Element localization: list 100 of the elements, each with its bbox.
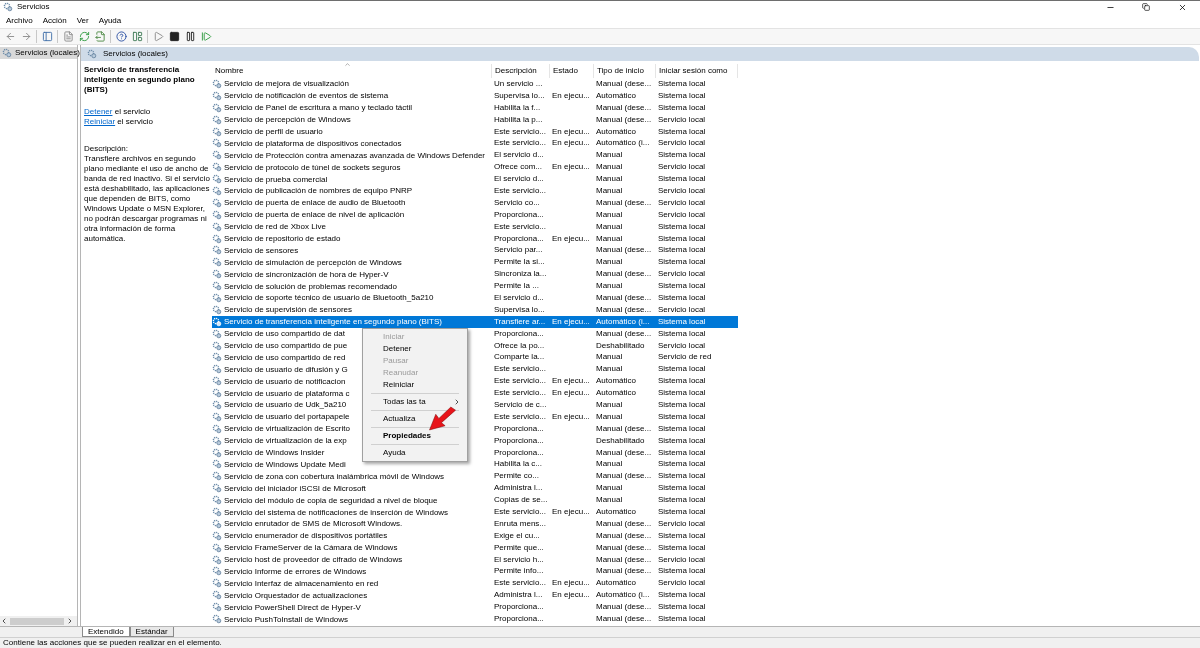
menu-option[interactable]: Ayuda [363, 446, 467, 459]
service-name[interactable]: Servicio de publicación de nombres de equipo PNRP [224, 185, 413, 197]
table-cell: Manual [596, 221, 623, 231]
service-name[interactable]: Servicio de usuario de plataforma c [224, 387, 350, 399]
table-cell: Administra l... [494, 590, 543, 600]
service-name[interactable]: Servicio del iniciador iSCSI de Microsoft [224, 482, 366, 494]
service-name[interactable]: Servicio Orquestador de actualizaciones [224, 589, 368, 601]
service-name[interactable]: Servicio de transferencia inteligente en segundo plano (BITS) [224, 316, 442, 328]
action-link[interactable]: Detener [84, 107, 113, 116]
table-cell: Automático [596, 126, 637, 136]
menu-item[interactable]: Archivo [6, 14, 33, 27]
service-name[interactable]: Servicio de usuario de difusión y G [224, 363, 348, 375]
table-cell: Permite que... [494, 542, 544, 552]
service-name[interactable]: Servicio de uso compartido de dat [224, 328, 345, 340]
menu-option[interactable]: Propiedades [363, 429, 467, 442]
service-name[interactable]: Servicio de sincronización de hora de Hyper-V [224, 268, 389, 280]
service-name[interactable]: Servicio de sensores [224, 244, 299, 256]
service-name[interactable]: Servicio de supervisión de sensores [224, 304, 353, 316]
table-cell: Manual (dese... [596, 614, 652, 624]
gear-icon [212, 518, 222, 529]
service-name[interactable]: Servicio de Panel de escritura a mano y teclado táctil [224, 102, 413, 114]
help-button[interactable] [113, 28, 129, 45]
service-name[interactable]: Servicio Informe de errores de Windows [224, 565, 367, 577]
service-name[interactable]: Servicio de puerta de enlace de audio de Bluetooth [224, 197, 406, 209]
menu-item[interactable]: Acción [42, 14, 67, 27]
service-name[interactable]: Servicio de notificación de eventos de sistema [224, 90, 389, 102]
column-header[interactable]: Descripción [492, 64, 550, 78]
service-name[interactable]: Servicio de virtualización de Escrito [224, 423, 350, 435]
service-name[interactable]: Servicio de red de Xbox Live [224, 221, 326, 233]
column-header[interactable]: Nombre [212, 64, 492, 78]
menu-option[interactable]: Todas las ta [363, 395, 467, 408]
service-name[interactable]: Servicio de percepción de Windows [224, 114, 351, 126]
service-name[interactable]: Servicio de repositorio de estado [224, 233, 341, 244]
service-name[interactable]: Servicio de soporte técnico de usuario de Bluetooth_5a210 [224, 292, 434, 304]
service-name[interactable]: Servicio de uso compartido de red [224, 351, 346, 363]
table-cell: En ejecu... [552, 590, 590, 600]
service-name[interactable]: Servicio de usuario del portapapele [224, 411, 350, 423]
gear-icon [212, 435, 222, 446]
menu-item[interactable]: Ayuda [98, 14, 122, 27]
service-name[interactable]: Servicio de Windows Insider [224, 447, 325, 459]
table-cell: Este servicio... [494, 411, 546, 421]
menu-item[interactable]: Ver [76, 14, 89, 27]
gear-icon [212, 483, 222, 494]
service-name[interactable]: Servicio de plataforma de dispositivos conectados [224, 137, 402, 149]
column-header[interactable]: Tipo de inicio [594, 64, 656, 78]
gear-icon [212, 316, 222, 327]
menu-option[interactable]: Detener [363, 342, 467, 355]
service-name[interactable]: Servicio de Windows Update Medi [224, 458, 346, 470]
service-name[interactable]: Servicio enrutador de SMS de Microsoft Windows. [224, 518, 403, 530]
table-cell: Permite la si... [494, 257, 545, 267]
menu-option[interactable]: Reiniciar [363, 378, 467, 391]
gear-icon [212, 90, 222, 101]
table-cell: En ejecu... [552, 316, 590, 326]
service-name[interactable]: Servicio del sistema de notificaciones de inserción de Windows [224, 506, 449, 518]
table-cell: Servicio local [658, 518, 706, 528]
service-name[interactable]: Servicio enumerador de dispositivos portátiles [224, 530, 388, 542]
menu-option[interactable]: Actualiza [363, 412, 467, 425]
service-name[interactable]: Servicio de mejora de visualización [224, 78, 349, 90]
service-name[interactable]: Servicio de usuario de Udk_5a210 [224, 399, 347, 411]
service-name[interactable]: Servicio de prueba comercial [224, 173, 328, 185]
table-cell: Manual [596, 411, 623, 421]
export-button[interactable] [92, 28, 108, 45]
service-name[interactable]: Servicio de protocolo de túnel de sockets seguros [224, 161, 401, 173]
service-name[interactable]: Servicio de Protección contra amenazas avanzada de Windows Defender [224, 149, 486, 161]
service-name[interactable]: Servicio de simulación de percepción de Windows [224, 256, 402, 268]
service-name[interactable]: Servicio de solución de problemas recomendado [224, 280, 397, 292]
service-name[interactable]: Servicio del módulo de copia de seguridad a nivel de bloque [224, 494, 438, 506]
column-header[interactable]: Iniciar sesión como [656, 64, 738, 78]
table-cell: Manual (dese... [596, 102, 652, 112]
service-name[interactable]: Servicio de uso compartido de pue [224, 340, 348, 352]
table-cell: Servicio local [658, 269, 706, 279]
table-cell: Manual (dese... [596, 293, 652, 302]
status-text: Contiene las acciones que se pueden realizar en el elemento. [3, 637, 222, 648]
action-link[interactable]: Reiniciar [84, 117, 116, 126]
table-cell: Un servicio ... [494, 78, 543, 88]
table-cell: Manual [596, 150, 623, 160]
horizontal-scrollbar[interactable] [0, 616, 77, 626]
service-name[interactable]: Servicio FrameServer de la Cámara de Windows [224, 542, 398, 554]
refresh-icon [78, 31, 90, 42]
table-cell: Sistema local [658, 102, 706, 112]
service-name[interactable]: Servicio de usuario de notificacion [224, 375, 346, 387]
column-header[interactable]: Estado [550, 64, 594, 78]
service-name[interactable]: Servicio de zona con cobertura inalámbrica móvil de Windows [224, 470, 445, 482]
service-name[interactable]: Servicio Interfaz de almacenamiento en red [224, 577, 379, 589]
service-name[interactable]: Servicio PushToInstall de Windows [224, 613, 349, 625]
table-cell: Proporciona... [494, 614, 544, 624]
window-title: Servicios [17, 1, 50, 13]
service-name[interactable]: Servicio host de proveedor de cifrado de Windows [224, 554, 403, 566]
table-cell: Sistema local [658, 281, 706, 291]
table-cell: Servicio de c... [494, 400, 547, 409]
export-icon [94, 31, 106, 42]
service-name[interactable]: Servicio de puerta de enlace de nivel de aplicación [224, 209, 405, 221]
service-name[interactable]: Servicio PowerShell Direct de Hyper-V [224, 601, 361, 613]
stop-icon [168, 31, 180, 42]
table-cell: Servicio local [658, 554, 706, 564]
gear-icon [3, 2, 13, 12]
gear-icon [2, 48, 12, 58]
gear-icon [212, 614, 222, 624]
service-name[interactable]: Servicio de perfil de usuario [224, 126, 323, 137]
service-name[interactable]: Servicio de virtualización de la exp [224, 435, 347, 447]
